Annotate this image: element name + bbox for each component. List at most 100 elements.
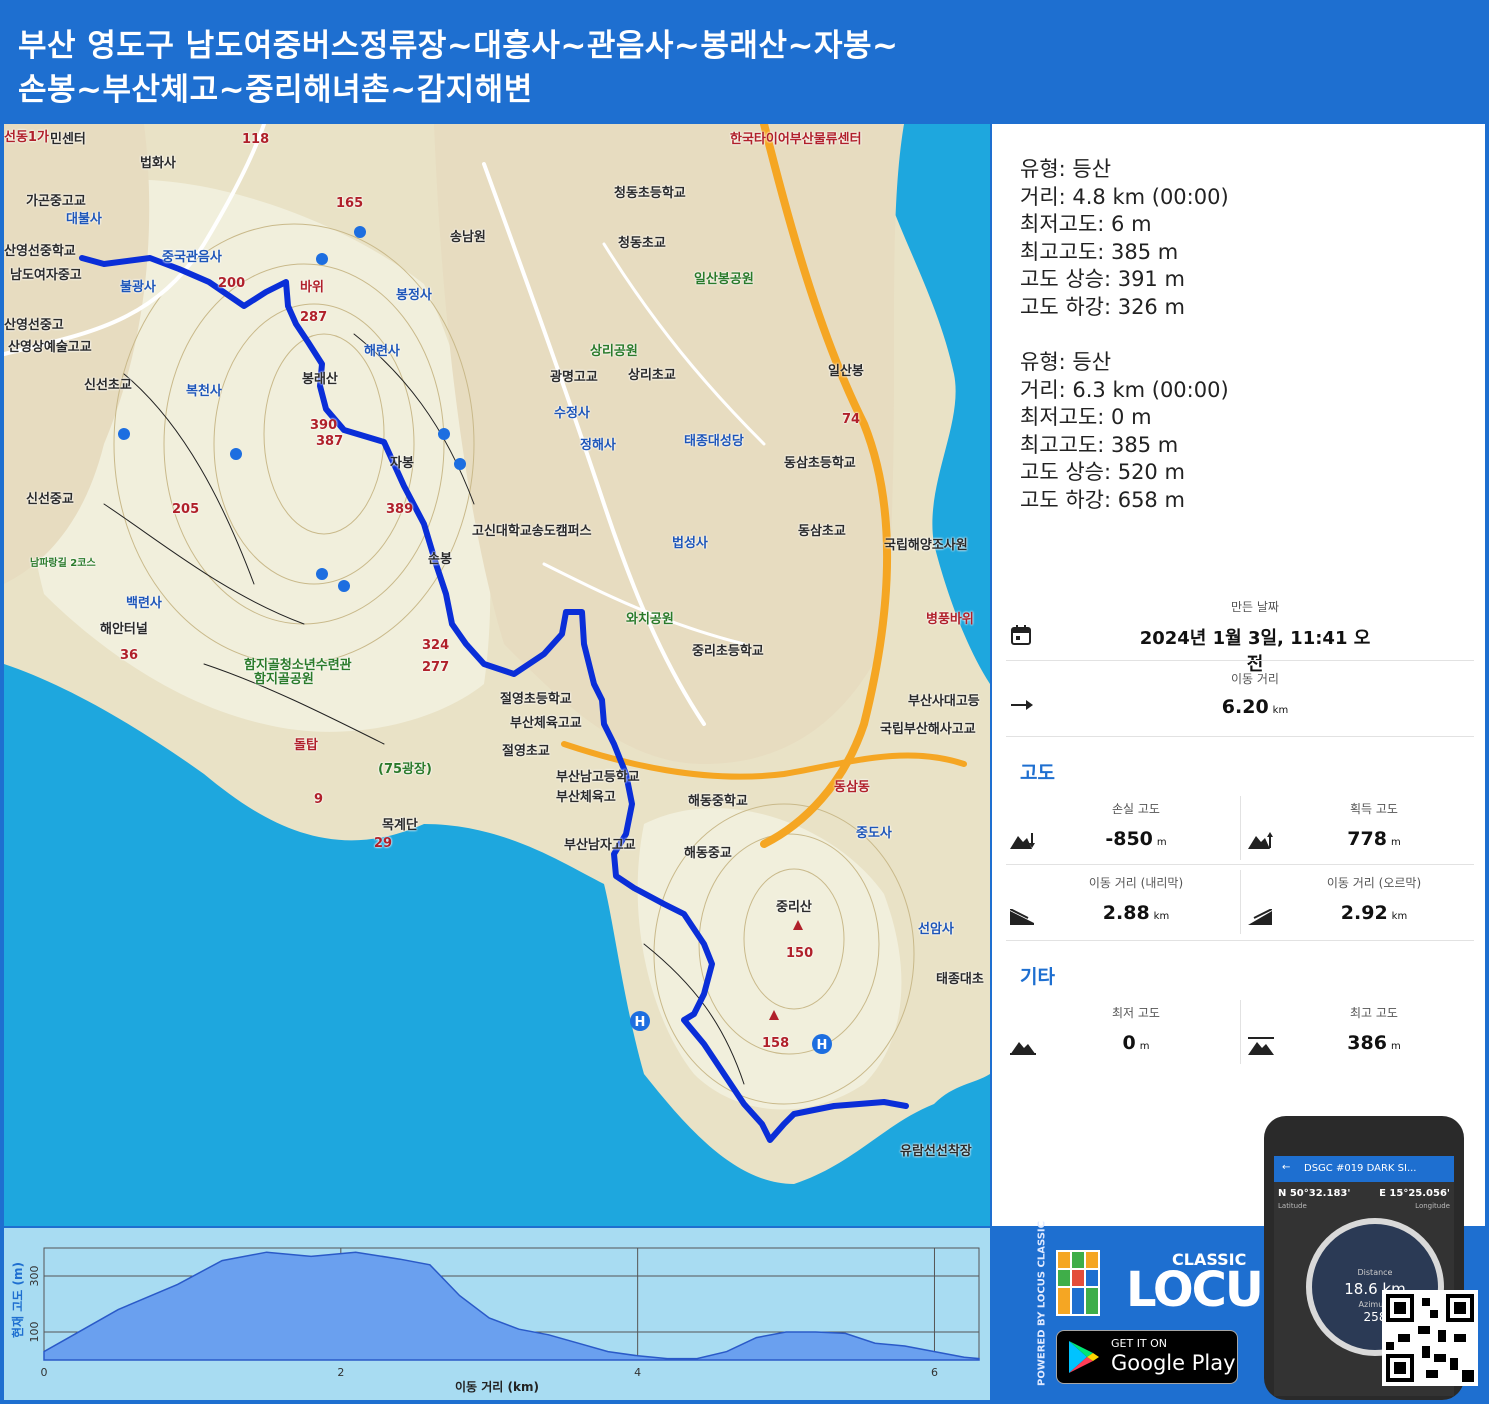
map-label: 9 (314, 792, 324, 807)
y-tick-label: 300 (28, 1266, 41, 1287)
map-label: 산영선중고 (4, 318, 64, 333)
locus-logo: CLASSIC LOCUS (1056, 1250, 1296, 1320)
max-alt-value: 386 m (1347, 1032, 1401, 1054)
map-label: 118 (242, 132, 270, 147)
divider (1240, 1000, 1241, 1064)
svg-text:H: H (817, 1038, 828, 1053)
distance-title: 이동 거리 (1231, 672, 1279, 686)
uphill-value: 2.92 km (1340, 902, 1408, 924)
poi-dot (338, 580, 350, 592)
calendar-icon (1010, 624, 1032, 651)
map-label: 청동초등학교 (614, 186, 686, 201)
segment-2: 유형: 등산 거리: 6.3 km (00:00) 최저고도: 0 m 최고고도… (1020, 349, 1229, 514)
map-label: 동삼초등학교 (784, 456, 856, 471)
map-label: 법성사 (672, 536, 708, 551)
map-label: 법화사 (140, 156, 176, 171)
loss-title: 손실 고도 (1112, 802, 1160, 816)
x-tick-label: 6 (931, 1366, 938, 1379)
phone-dist-label: Distance (1357, 1268, 1393, 1277)
map-label: 백련사 (126, 596, 162, 611)
map-label: 중국관음사 (162, 250, 222, 265)
map-label: 남파랑길 2코스 (30, 558, 96, 569)
map-label: 158 (762, 1036, 790, 1051)
map-label: 신선중교 (26, 492, 74, 507)
map-label: 중도사 (856, 826, 892, 841)
elevation-profile[interactable]: 100 300 0 2 4 6 현재 고도 (m) 이동 거리 (km) (4, 1228, 990, 1400)
map-label: 산영상예술고교 (8, 340, 92, 355)
qr-code (1382, 1290, 1478, 1386)
segment-max-alt: 최고고도: 385 m (1020, 432, 1179, 457)
map-label: 동삼동 (834, 780, 870, 795)
downhill-title: 이동 거리 (내리막) (1088, 876, 1184, 890)
map-label: 와치공원 (626, 612, 674, 627)
gain-value: 778 m (1347, 828, 1401, 850)
route-title-line2: 손봉~부산체고~중리해녀촌~감지해변 (18, 72, 533, 108)
map-label: (75광장) (378, 762, 432, 777)
divider (1006, 736, 1474, 737)
y-axis-label: 현재 고도 (m) (10, 1262, 25, 1338)
created-date-title: 만든 날짜 (1231, 600, 1279, 614)
map-label: 함지골공원 (254, 672, 314, 687)
map-label: 해동중교 (684, 846, 732, 861)
map-label: 선동1가 (4, 130, 49, 145)
map-label: 정해사 (580, 438, 616, 453)
jungri-hill (637, 808, 902, 1110)
route-title-line1: 부산 영도구 남도여중버스정류장~대흥사~관음사~봉래산~자봉~ (18, 28, 899, 64)
x-tick-label: 4 (634, 1366, 641, 1379)
segment-type: 유형: 등산 (1020, 157, 1112, 181)
poi-dot (454, 458, 466, 470)
topo-map[interactable]: H H 선동1가 민센터 법화사 118 가곤중고교 대불사 165 산영선중학… (4, 124, 990, 1226)
map-label: 해안터널 (100, 622, 148, 637)
segment-ascent: 고도 상승: 391 m (1020, 267, 1185, 291)
map-label: 가곤중고교 (26, 194, 86, 209)
promo-banner: POWERED BY LOCUS CLASSIC CLASSIC LOCUS G… (992, 1116, 1485, 1400)
map-label: 신선초교 (84, 378, 132, 393)
map-label: 고신대학교송도캠퍼스 (472, 524, 592, 539)
google-play-badge[interactable]: GET IT ON Google Play (1056, 1330, 1238, 1384)
back-arrow-icon: ← (1282, 1162, 1291, 1173)
map-label: 절영초등학교 (500, 692, 572, 707)
map-label: 36 (120, 648, 139, 663)
min-alt-value: 0m (1122, 1032, 1150, 1054)
segment-descent: 고도 하강: 326 m (1020, 294, 1185, 319)
map-label: 손봉 (428, 552, 452, 567)
powered-by-text: POWERED BY LOCUS CLASSIC (1036, 1221, 1048, 1386)
qr-code-icon (1386, 1294, 1474, 1382)
track-summary-panel: 유형: 등산 거리: 4.8 km (00:00) 최저고도: 6 m 최고고도… (992, 124, 1485, 1226)
map-label: 부산사대고등 (908, 694, 980, 709)
map-label: 동삼초교 (798, 524, 846, 539)
map-label: 국립해양조사원 (884, 538, 968, 553)
segment-ascent: 고도 상승: 520 m (1020, 460, 1185, 484)
google-play-label: Google Play (1111, 1351, 1236, 1375)
map-label: 목계단 (382, 818, 418, 833)
poi-dot (316, 253, 328, 265)
segment-1: 유형: 등산 거리: 4.8 km (00:00) 최저고도: 6 m 최고고도… (1020, 156, 1229, 321)
map-label: 389 (386, 502, 414, 517)
map-label: 상리초교 (628, 368, 676, 383)
map-label: 절영초교 (502, 744, 550, 759)
map-label: 돌탑 (294, 738, 318, 753)
poi-dot (316, 568, 328, 580)
map-label: 중리초등학교 (692, 644, 764, 659)
svg-text:H: H (635, 1015, 646, 1030)
segment-max-alt: 최고고도: 385 m (1020, 239, 1179, 264)
map-label: 해련사 (364, 344, 400, 359)
map-label: 송남원 (450, 230, 486, 245)
map-label: 복천사 (186, 384, 222, 399)
map-label: 남도여자중고 (10, 268, 82, 283)
poi-dot (230, 448, 242, 460)
map-label: 대불사 (66, 212, 102, 227)
map-label: 중리산 (776, 900, 812, 915)
poi-dot (438, 428, 450, 440)
map-label: 150 (786, 946, 814, 961)
elevation-area (43, 1251, 980, 1361)
segment-min-alt: 최저고도: 0 m (1020, 405, 1152, 429)
map-label: 277 (422, 660, 450, 675)
section-other: 기타 (1020, 966, 1055, 988)
map-label: 산영선중학교 (4, 244, 76, 259)
map-label: 봉정사 (396, 288, 432, 303)
get-it-on-label: GET IT ON (1111, 1337, 1168, 1350)
max-alt-title: 최고 고도 (1350, 1006, 1398, 1020)
map-label: 선암사 (918, 922, 954, 937)
divider (1240, 870, 1241, 934)
